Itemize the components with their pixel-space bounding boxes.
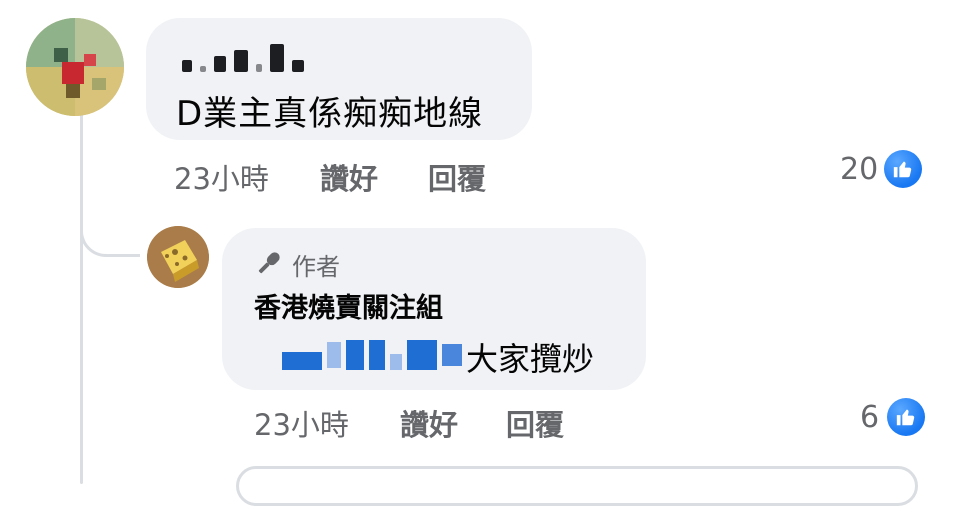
author-badge: 作者 — [254, 247, 340, 282]
like-count: 6 — [860, 399, 880, 435]
reply-connector — [80, 205, 140, 257]
thumbs-up-icon — [887, 398, 926, 436]
microphone-icon — [254, 248, 284, 282]
like-count: 20 — [840, 151, 879, 187]
reply-button[interactable]: 回覆 — [506, 402, 564, 444]
commenter-name-pixelated[interactable] — [182, 40, 304, 72]
comment-timestamp[interactable]: 23小時 — [174, 156, 269, 198]
page-avatar[interactable] — [147, 226, 209, 288]
author-badge-label: 作者 — [292, 253, 340, 281]
page-name[interactable]: 香港燒賣關注組 — [254, 286, 443, 325]
mention-tag-pixelated[interactable] — [282, 340, 462, 370]
thumbs-up-icon — [884, 150, 923, 188]
next-reply-box[interactable] — [236, 466, 918, 506]
commenter-avatar[interactable] — [26, 18, 124, 116]
reaction-summary[interactable]: 20 — [840, 150, 923, 188]
thread-line — [80, 114, 83, 484]
reply-text: 大家攬炒 — [466, 340, 595, 378]
reaction-summary[interactable]: 6 — [860, 398, 926, 436]
reply-button[interactable]: 回覆 — [428, 156, 486, 198]
like-button[interactable]: 讚好 — [320, 156, 378, 198]
reply-timestamp[interactable]: 23小時 — [254, 402, 349, 444]
like-button[interactable]: 讚好 — [400, 402, 458, 444]
comment-text: D業主真係痴痴地線 — [176, 94, 484, 134]
